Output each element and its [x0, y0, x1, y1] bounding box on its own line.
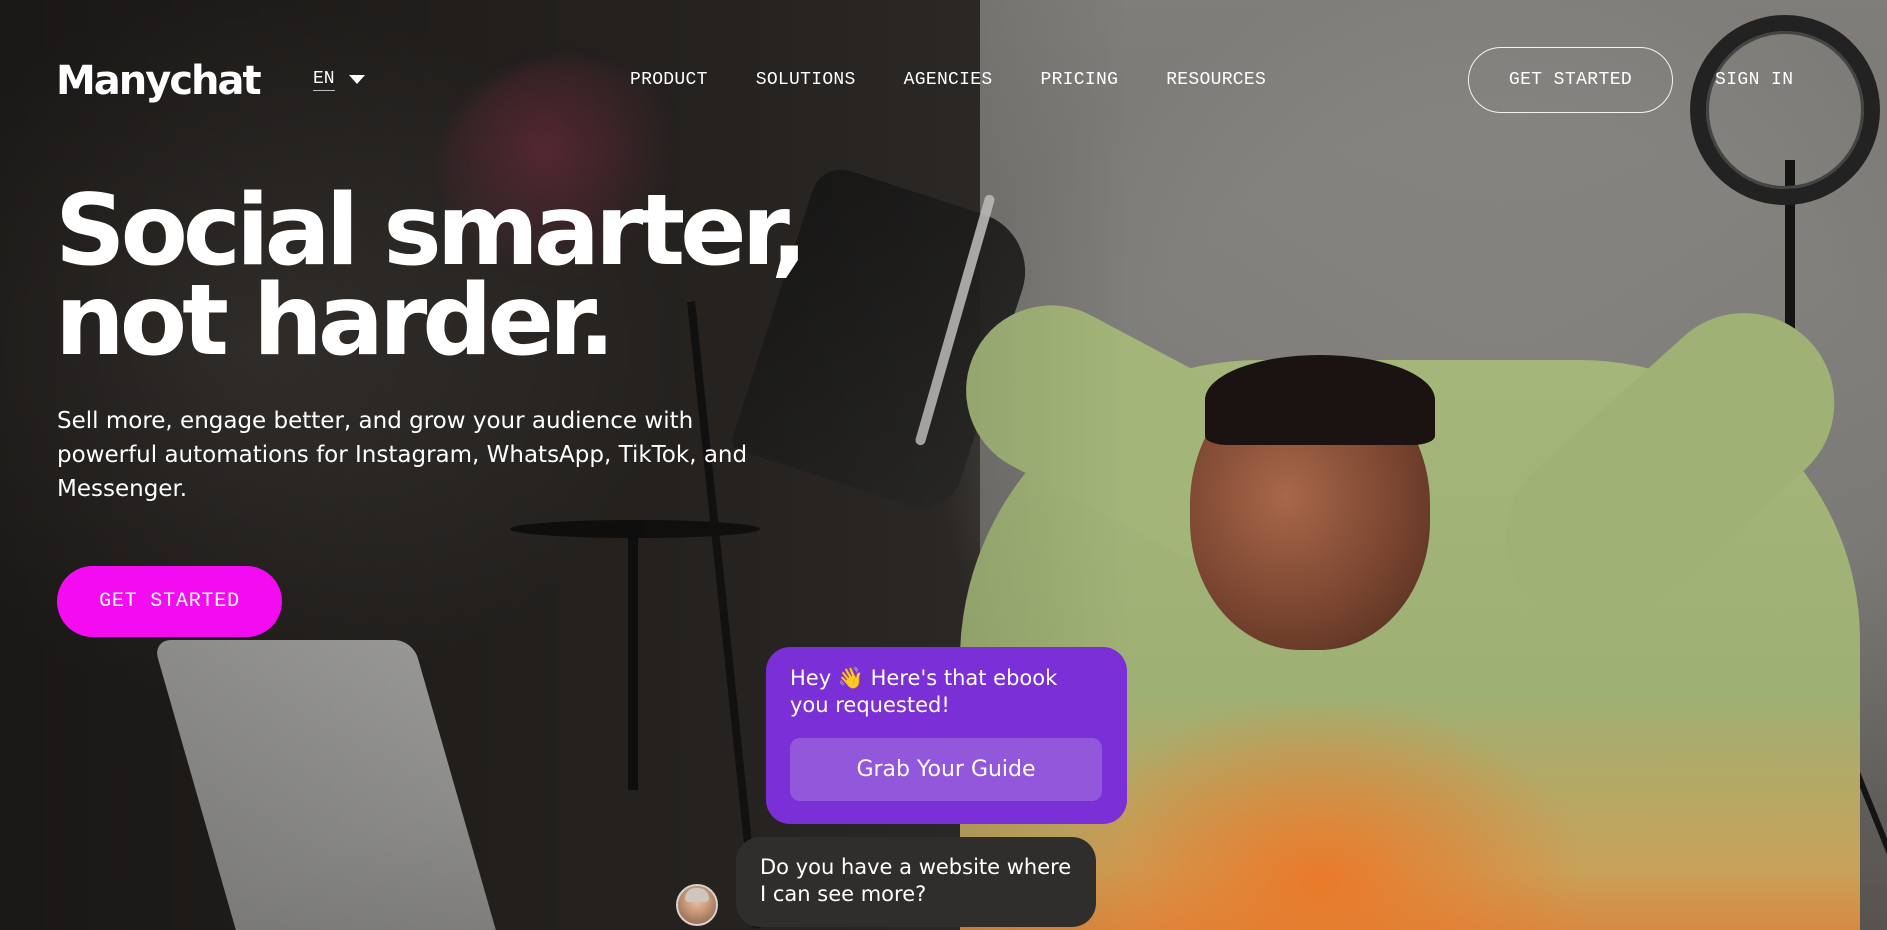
nav-item-product[interactable]: PRODUCT — [630, 68, 708, 92]
hero-title: Social smarter, not harder. — [55, 174, 955, 378]
user-message-text: Do you have a website where I can see mo… — [760, 855, 1072, 906]
header-get-started-button[interactable]: GET STARTED — [1468, 47, 1673, 113]
nav-item-pricing[interactable]: PRICING — [1040, 68, 1118, 92]
main-nav: PRODUCT SOLUTIONS AGENCIES PRICING RESOU… — [630, 68, 1266, 92]
hero-title-line-2: not harder. — [55, 264, 616, 378]
nav-item-solutions[interactable]: SOLUTIONS — [756, 68, 856, 92]
hero-title-line-1: Social smarter, — [55, 174, 808, 288]
hero-subtitle: Sell more, engage better, and grow your … — [57, 408, 748, 502]
language-selector[interactable]: EN — [313, 68, 365, 91]
nav-item-agencies[interactable]: AGENCIES — [904, 68, 993, 92]
user-avatar — [676, 884, 718, 926]
language-label: EN — [313, 69, 335, 91]
site-header: Manychat EN PRODUCT SOLUTIONS AGENCIES P… — [0, 0, 1887, 160]
bot-chat-bubble: Hey 👋 Here's that ebook you requested! G… — [766, 647, 1127, 824]
grab-guide-button[interactable]: Grab Your Guide — [790, 738, 1102, 801]
nav-item-resources[interactable]: RESOURCES — [1166, 68, 1266, 92]
user-chat-bubble: Do you have a website where I can see mo… — [736, 837, 1096, 927]
hero-get-started-button[interactable]: GET STARTED — [57, 566, 282, 637]
sign-in-link[interactable]: SIGN IN — [1715, 68, 1793, 92]
chevron-down-icon — [348, 75, 365, 84]
manychat-logo[interactable]: Manychat — [56, 58, 262, 104]
bot-message-text: Hey 👋 Here's that ebook you requested! — [790, 666, 1058, 717]
